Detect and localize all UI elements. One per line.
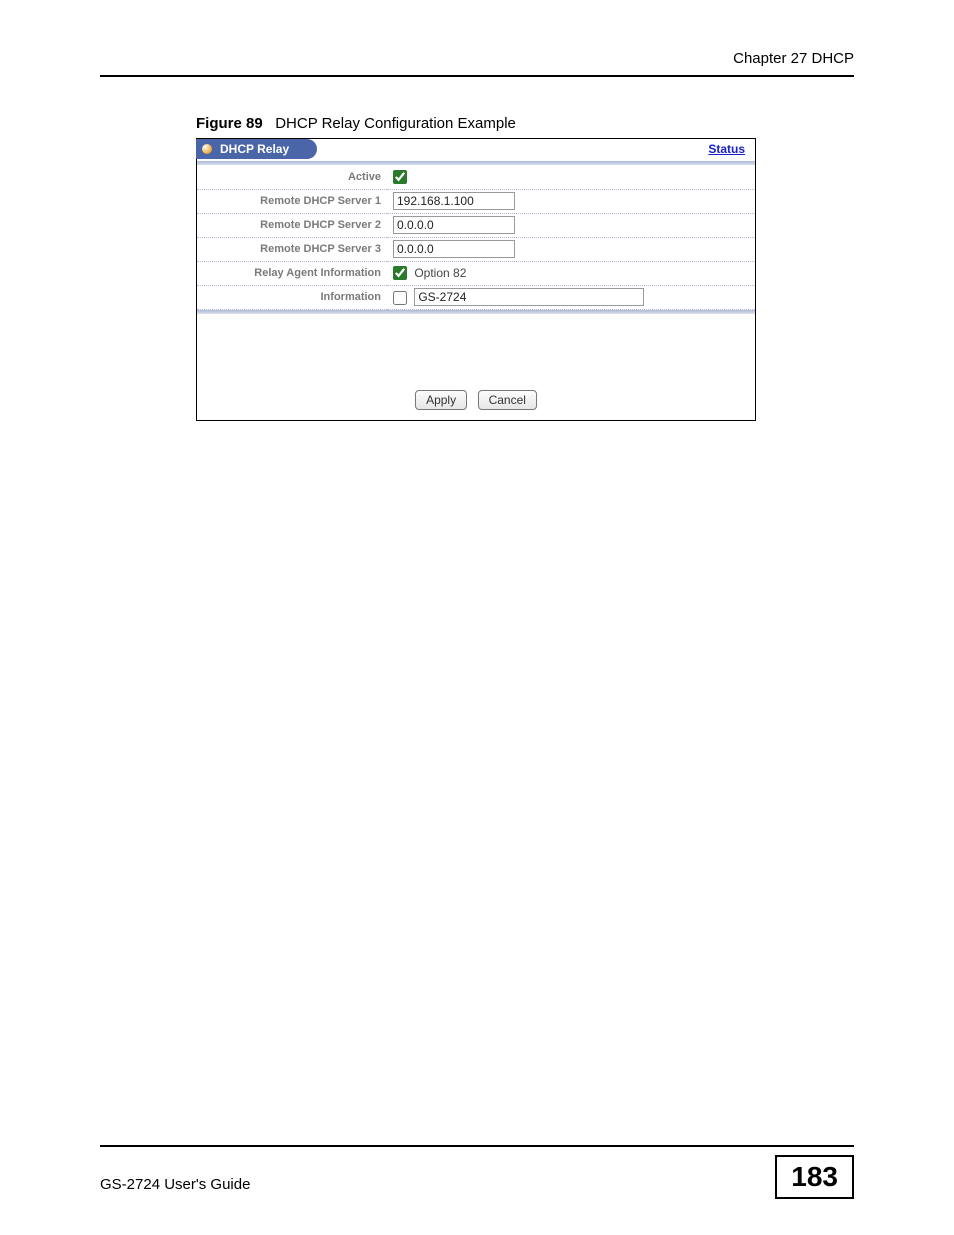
information-input[interactable] bbox=[414, 288, 644, 306]
footer-rule bbox=[100, 1145, 854, 1147]
row-server3: Remote DHCP Server 3 bbox=[197, 237, 755, 261]
status-link[interactable]: Status bbox=[708, 142, 745, 156]
label-server1: Remote DHCP Server 1 bbox=[197, 189, 387, 213]
option82-checkbox[interactable] bbox=[393, 266, 407, 280]
active-checkbox[interactable] bbox=[393, 170, 407, 184]
label-relay-agent: Relay Agent Information bbox=[197, 261, 387, 285]
panel-header: DHCP Relay Status bbox=[197, 139, 755, 161]
config-table: Active Remote DHCP Server 1 Remote DHCP … bbox=[197, 165, 755, 310]
footer-guide: GS-2724 User's Guide bbox=[100, 1176, 250, 1193]
page-footer: GS-2724 User's Guide 183 bbox=[100, 1145, 854, 1199]
label-active: Active bbox=[197, 165, 387, 189]
figure-caption: Figure 89 DHCP Relay Configuration Examp… bbox=[196, 115, 854, 132]
server1-input[interactable] bbox=[393, 192, 515, 210]
row-information: Information bbox=[197, 285, 755, 309]
panel-title-pill: DHCP Relay bbox=[196, 139, 317, 159]
label-information: Information bbox=[197, 285, 387, 309]
page-number: 183 bbox=[775, 1155, 854, 1199]
option82-label: Option 82 bbox=[414, 266, 466, 280]
information-checkbox[interactable] bbox=[393, 291, 407, 305]
row-active: Active bbox=[197, 165, 755, 189]
header-rule bbox=[100, 75, 854, 77]
figure-number: Figure 89 bbox=[196, 115, 263, 132]
chapter-header: Chapter 27 DHCP bbox=[100, 50, 854, 73]
row-server1: Remote DHCP Server 1 bbox=[197, 189, 755, 213]
button-row: Apply Cancel bbox=[197, 314, 755, 420]
cancel-button[interactable]: Cancel bbox=[478, 390, 537, 410]
row-server2: Remote DHCP Server 2 bbox=[197, 213, 755, 237]
figure-title: DHCP Relay Configuration Example bbox=[275, 115, 516, 132]
panel-title-icon bbox=[202, 144, 212, 154]
apply-button[interactable]: Apply bbox=[415, 390, 467, 410]
server3-input[interactable] bbox=[393, 240, 515, 258]
dhcp-relay-panel: DHCP Relay Status Active Remote DHCP Ser… bbox=[196, 138, 756, 421]
row-relay-agent: Relay Agent Information Option 82 bbox=[197, 261, 755, 285]
label-server3: Remote DHCP Server 3 bbox=[197, 237, 387, 261]
server2-input[interactable] bbox=[393, 216, 515, 234]
panel-title-text: DHCP Relay bbox=[220, 142, 289, 156]
label-server2: Remote DHCP Server 2 bbox=[197, 213, 387, 237]
